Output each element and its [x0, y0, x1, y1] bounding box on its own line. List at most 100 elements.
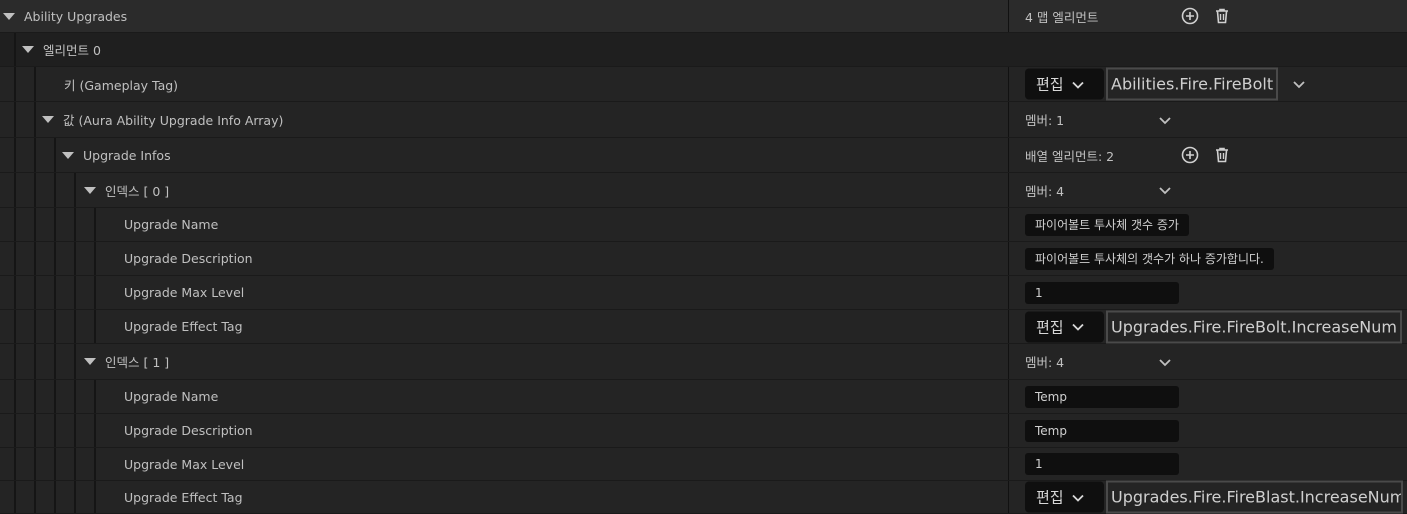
expand-triangle-icon[interactable] [84, 186, 96, 194]
trash-icon[interactable] [1213, 7, 1231, 25]
indent-guide [34, 102, 36, 137]
expand-triangle-icon[interactable] [62, 151, 74, 159]
indent-guide [34, 173, 36, 207]
effect-tag-value[interactable]: Upgrades.Fire.FireBolt.IncreaseNum [1106, 310, 1402, 343]
indent-guide [14, 208, 16, 241]
indent-guide [34, 276, 36, 309]
upgrade-effect-tag-label: Upgrade Effect Tag [124, 319, 243, 334]
indent-guide [54, 414, 56, 447]
upgrade-description-input[interactable]: 파이어볼트 투사체의 갯수가 하나 증가합니다. [1025, 247, 1274, 270]
upgrade-name-label: Upgrade Name [124, 389, 219, 404]
map-count: 4 맵 엘리먼트 [1025, 9, 1099, 25]
expand-triangle-icon[interactable] [3, 12, 15, 20]
indent-guide [34, 310, 36, 343]
upgrade-max-level-input[interactable]: 1 [1025, 281, 1179, 304]
element-0-header[interactable]: 엘리먼트 0 [22, 33, 101, 66]
chevron-down-icon [1071, 323, 1084, 331]
expand-triangle-icon[interactable] [42, 116, 54, 123]
indent-guide [34, 242, 36, 275]
column-divider[interactable] [1008, 67, 1009, 101]
property-row-index-1: 인덱스 [ 1 ] 멤버: 4 [0, 344, 1407, 380]
upgrade-infos-header[interactable]: Upgrade Infos [62, 138, 171, 172]
edit-tag-button[interactable]: 편집 [1025, 311, 1104, 342]
indent-guide [34, 380, 36, 413]
indent-guide [54, 344, 56, 379]
upgrade-max-level-label: Upgrade Max Level [124, 285, 245, 300]
property-row-upgrade-description: Upgrade Description Temp [0, 414, 1407, 448]
indent-guide [74, 481, 76, 513]
indent-guide [14, 138, 16, 172]
column-divider[interactable] [1008, 242, 1009, 275]
index-1-header[interactable]: 인덱스 [ 1 ] [84, 344, 169, 379]
gameplay-tag-value[interactable]: Abilities.Fire.FireBolt [1106, 67, 1279, 101]
indent-guide [74, 380, 76, 413]
chevron-down-icon[interactable] [1158, 357, 1172, 367]
indent-guide [74, 310, 76, 343]
column-divider[interactable] [1008, 414, 1009, 447]
upgrade-name-input[interactable]: Temp [1025, 385, 1179, 408]
ability-upgrades-header[interactable]: Ability Upgrades [3, 0, 127, 32]
column-divider[interactable] [1008, 380, 1009, 413]
value-label: 값 (Aura Ability Upgrade Info Array) [63, 113, 284, 128]
effect-tag-value[interactable]: Upgrades.Fire.FireBlast.IncreaseNum [1106, 480, 1403, 514]
indent-guide [34, 344, 36, 379]
chevron-down-icon [1071, 81, 1084, 89]
edit-button-label: 편집 [1036, 488, 1064, 507]
array-count: 배열 엘리먼트: 2 [1025, 148, 1115, 164]
indent-guide [74, 344, 76, 379]
indent-guide [14, 33, 16, 66]
edit-button-label: 편집 [1036, 318, 1064, 336]
indent-guide [94, 380, 96, 413]
chevron-down-icon[interactable] [1158, 115, 1172, 125]
indent-guide [54, 276, 56, 309]
indent-guide [54, 138, 56, 172]
add-circle-icon[interactable] [1181, 7, 1199, 25]
upgrade-description-input[interactable]: Temp [1025, 419, 1179, 442]
edit-tag-button[interactable]: 편집 [1025, 481, 1104, 513]
indent-guide [34, 414, 36, 447]
column-divider[interactable] [1008, 481, 1009, 513]
upgrade-name-input[interactable]: 파이어볼트 투사체 갯수 증가 [1025, 213, 1189, 236]
chevron-down-icon[interactable] [1158, 185, 1172, 195]
indent-guide [34, 138, 36, 172]
indent-guide [54, 481, 56, 513]
indent-guide [74, 242, 76, 275]
column-divider[interactable] [1008, 208, 1009, 241]
expand-triangle-icon[interactable] [22, 46, 34, 53]
property-row-upgrade-max-level: Upgrade Max Level 1 [0, 276, 1407, 310]
indent-guide [14, 242, 16, 275]
property-row-upgrade-name: Upgrade Name Temp [0, 380, 1407, 414]
section-title: Ability Upgrades [24, 8, 128, 24]
indent-guide [54, 208, 56, 241]
column-divider[interactable] [1008, 310, 1009, 343]
indent-guide [34, 67, 36, 101]
indent-guide [34, 481, 36, 513]
edit-tag-button[interactable]: 편집 [1025, 68, 1104, 100]
column-divider[interactable] [1008, 276, 1009, 309]
add-circle-icon[interactable] [1181, 146, 1199, 164]
members-count: 멤버: 4 [1025, 355, 1065, 370]
indent-guide [94, 414, 96, 447]
upgrade-max-level-input[interactable]: 1 [1025, 453, 1179, 475]
indent-guide [14, 173, 16, 207]
indent-guide [54, 380, 56, 413]
property-row-upgrade-name: Upgrade Name 파이어볼트 투사체 갯수 증가 [0, 208, 1407, 242]
indent-guide [14, 448, 16, 480]
chevron-down-icon[interactable] [1292, 79, 1306, 89]
property-row-upgrade-infos: Upgrade Infos 배열 엘리먼트: 2 [0, 138, 1407, 173]
value-header[interactable]: 값 (Aura Ability Upgrade Info Array) [42, 102, 283, 137]
indent-guide [94, 481, 96, 513]
upgrade-description-label: Upgrade Description [124, 423, 253, 438]
indent-guide [14, 276, 16, 309]
column-divider[interactable] [1008, 448, 1009, 480]
indent-guide [94, 276, 96, 309]
index-label: 인덱스 [ 0 ] [105, 183, 170, 199]
trash-icon[interactable] [1213, 146, 1231, 164]
indent-guide [94, 448, 96, 480]
indent-guide [94, 208, 96, 241]
indent-guide [54, 448, 56, 480]
index-0-header[interactable]: 인덱스 [ 0 ] [84, 173, 169, 207]
chevron-down-icon [1071, 494, 1084, 502]
property-row-ability-upgrades: Ability Upgrades 4 맵 엘리먼트 [0, 0, 1407, 33]
expand-triangle-icon[interactable] [84, 358, 96, 365]
